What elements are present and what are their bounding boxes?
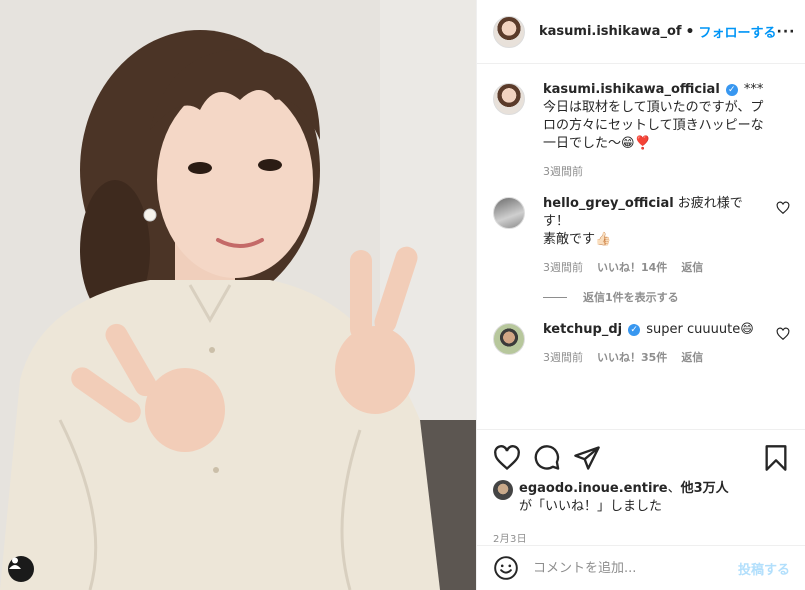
photo-illustration <box>0 0 476 590</box>
avatar[interactable] <box>493 83 525 115</box>
likes-text: egaodo.inoue.entire、他3万人 が「いいね！」しました <box>519 480 729 516</box>
view-replies-label: 返信1件を表示する <box>583 291 679 304</box>
likes-user[interactable]: egaodo.inoue.entire <box>519 481 668 496</box>
caption-line: 一日でした〜😁❣️ <box>543 136 651 151</box>
comment-meta: 3週間前 いいね！35件 返信 <box>543 349 776 367</box>
comment-text: お疲れ様で <box>677 196 743 211</box>
comment-input[interactable] <box>533 560 738 576</box>
comment-username[interactable]: hello_grey_official <box>543 196 674 211</box>
likes-suffix: が「いいね！」しました <box>519 499 663 514</box>
post-date: 2月3日 <box>493 534 527 545</box>
action-icons <box>493 438 790 478</box>
comment-time: 3週間前 <box>543 351 583 364</box>
caption-line: 今日は取材をして頂いたのですが、プ <box>543 100 764 115</box>
header-username[interactable]: kasumi.ishikawa_of <box>539 24 682 39</box>
user-tag-icon[interactable] <box>8 556 34 582</box>
avatar[interactable] <box>493 197 525 229</box>
follow-button[interactable]: フォローする <box>699 22 777 41</box>
emoji-icon[interactable] <box>493 555 519 581</box>
heart-icon[interactable] <box>776 201 790 215</box>
reply-button[interactable]: 返信 <box>681 349 703 367</box>
bookmark-icon[interactable] <box>762 444 790 472</box>
likes-separator: 、 <box>667 481 681 496</box>
caption: kasumi.ishikawa_official ✓ *** 今日は取材をして頂い… <box>493 81 790 181</box>
comment-likes[interactable]: いいね！35件 <box>597 349 667 367</box>
comments-list[interactable]: kasumi.ishikawa_official ✓ *** 今日は取材をして頂い… <box>477 65 805 429</box>
avatar[interactable] <box>493 323 525 355</box>
share-icon[interactable] <box>573 444 601 472</box>
avatar[interactable] <box>493 15 525 48</box>
add-comment-bar: 投稿する <box>477 545 805 590</box>
comment-meta: 3週間前 いいね！14件 返信 <box>543 259 776 277</box>
comment: ketchup_dj ✓ super cuuuute😄 3週間前 いいね！35件 … <box>493 321 790 367</box>
comment-body: ketchup_dj ✓ super cuuuute😄 3週間前 いいね！35件 … <box>543 321 776 367</box>
avatar[interactable] <box>493 480 513 500</box>
replies-divider <box>543 296 567 298</box>
caption-stars: *** <box>743 82 764 97</box>
heart-icon[interactable] <box>776 327 790 341</box>
caption-time: 3週間前 <box>543 165 583 178</box>
reply-button[interactable]: 返信 <box>681 259 703 277</box>
comment-time: 3週間前 <box>543 261 583 274</box>
caption-body: kasumi.ishikawa_official ✓ *** 今日は取材をして頂い… <box>543 81 790 181</box>
post-comment-button[interactable]: 投稿する <box>738 559 790 578</box>
comment-text: 素敵です👍🏻 <box>543 232 612 247</box>
post-header: kasumi.ishikawa_of • フォローする ··· <box>477 0 805 64</box>
comment-username[interactable]: ketchup_dj <box>543 322 622 337</box>
verified-badge-icon: ✓ <box>725 83 738 96</box>
comment-likes[interactable]: いいね！14件 <box>597 259 667 277</box>
heart-icon[interactable] <box>493 444 521 472</box>
post-photo[interactable] <box>0 0 476 590</box>
view-replies-button[interactable]: 返信1件を表示する <box>543 289 790 305</box>
header-dot: • <box>685 23 695 40</box>
caption-meta: 3週間前 <box>543 163 790 181</box>
likes-summary: egaodo.inoue.entire、他3万人 が「いいね！」しました <box>493 480 790 516</box>
caption-username[interactable]: kasumi.ishikawa_official <box>543 82 720 97</box>
more-options-button[interactable]: ··· <box>777 24 796 40</box>
comment-icon[interactable] <box>533 444 561 472</box>
likes-others[interactable]: 他3万人 <box>681 481 729 496</box>
comment-text: super cuuuute😄 <box>646 322 754 337</box>
comment-text: す！ <box>543 214 570 229</box>
comment-body: hello_grey_official お疲れ様で す！ 素敵です👍🏻 3週間前 … <box>543 195 776 277</box>
verified-badge-icon: ✓ <box>628 323 641 336</box>
comment: hello_grey_official お疲れ様で す！ 素敵です👍🏻 3週間前 … <box>493 195 790 277</box>
post-side-panel: kasumi.ishikawa_of • フォローする ··· kasumi.i… <box>476 0 805 590</box>
post-actions: egaodo.inoue.entire、他3万人 が「いいね！」しました 2月3… <box>477 429 805 545</box>
caption-line: ロの方々にセットして頂きハッピーな <box>543 118 764 133</box>
post-dialog: kasumi.ishikawa_of • フォローする ··· kasumi.i… <box>0 0 805 590</box>
